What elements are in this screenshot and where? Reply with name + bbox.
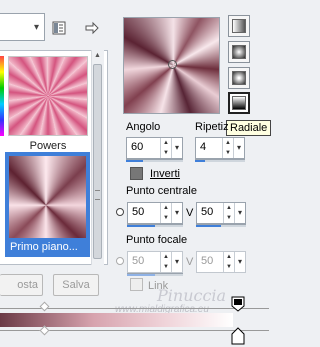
chevron-down-icon[interactable]: ▾: [233, 138, 244, 158]
chevron-down-icon: ▾: [33, 22, 39, 33]
thumbnail-primo-piano[interactable]: Primo piano...: [5, 152, 90, 257]
ripetizioni-slider[interactable]: [195, 159, 245, 162]
punto-centrale-x-value[interactable]: 50: [128, 203, 160, 223]
slider-fill: [196, 225, 221, 227]
punto-centrale-y-value[interactable]: 50: [197, 203, 223, 223]
radial-gradient-button[interactable]: [228, 92, 250, 114]
punto-centrale-label: Punto centrale: [126, 185, 197, 197]
spin-down-icon[interactable]: ▼: [161, 148, 171, 158]
spin-up-icon[interactable]: ▲: [224, 203, 234, 213]
punto-centrale-radio[interactable]: [116, 208, 124, 216]
punto-focale-radio[interactable]: [116, 257, 124, 265]
thumbnail-rainbow[interactable]: [0, 56, 4, 136]
spin-buttons[interactable]: ▲ ▼: [160, 138, 171, 158]
chevron-down-icon[interactable]: ▾: [171, 203, 182, 223]
stop-marker-top[interactable]: [231, 296, 245, 312]
chevron-down-icon[interactable]: ▾: [171, 252, 182, 272]
chevron-down-icon[interactable]: ▾: [234, 252, 245, 272]
spin-buttons[interactable]: ▲ ▼: [223, 252, 234, 272]
tooltip: Radiale: [226, 120, 272, 136]
inverti-label: Inverti: [150, 168, 180, 180]
spin-up-icon[interactable]: ▲: [161, 203, 171, 213]
scroll-up-icon[interactable]: ▲: [91, 50, 104, 62]
slider-fill: [127, 225, 155, 227]
spin-down-icon[interactable]: ▼: [161, 213, 171, 223]
punto-focale-x-slider[interactable]: [127, 273, 183, 276]
thumbnail-label-primo-piano: Primo piano...: [10, 241, 78, 253]
chevron-down-icon[interactable]: ▾: [234, 203, 245, 223]
rectangular-gradient-button[interactable]: [228, 41, 250, 63]
grip-icon: [95, 190, 100, 200]
punto-focale-y-value[interactable]: 50: [197, 252, 223, 272]
punto-focale-y-spinbox[interactable]: 50 ▲ ▼ ▾: [196, 251, 246, 273]
sunburst-gradient-icon: [232, 71, 246, 85]
v-label: V: [186, 207, 194, 219]
slider-fill: [127, 274, 155, 276]
link-checkbox[interactable]: [130, 278, 143, 291]
spin-buttons[interactable]: ▲ ▼: [160, 203, 171, 223]
thumbnail-label-powers: Powers: [29, 140, 67, 152]
spin-up-icon[interactable]: ▲: [224, 252, 234, 262]
ripetizioni-spinbox[interactable]: 4 ▲ ▼ ▾: [195, 137, 245, 159]
arrow-right-icon: [85, 21, 99, 35]
slider-fill: [195, 160, 205, 162]
forward-button[interactable]: [80, 17, 104, 39]
ripetizioni-value[interactable]: 4: [196, 138, 222, 158]
midpoint-marker[interactable]: [39, 301, 50, 312]
preset-dropdown[interactable]: ▾: [0, 13, 45, 41]
linear-gradient-button[interactable]: [228, 15, 250, 37]
sunburst-gradient-button[interactable]: [228, 67, 250, 89]
center-point-handle[interactable]: [168, 60, 177, 69]
spin-down-icon[interactable]: ▼: [224, 262, 234, 272]
notes-icon: [52, 21, 66, 35]
spin-down-icon[interactable]: ▼: [161, 262, 171, 272]
angolo-slider[interactable]: [126, 159, 183, 162]
thumbnail-powers[interactable]: [8, 56, 88, 136]
spin-up-icon[interactable]: ▲: [223, 138, 233, 148]
punto-focale-x-value[interactable]: 50: [128, 252, 160, 272]
stop-marker-bottom[interactable]: [231, 327, 245, 345]
punto-focale-label: Punto focale: [126, 234, 188, 246]
spin-down-icon[interactable]: ▼: [224, 213, 234, 223]
spin-up-icon[interactable]: ▲: [161, 252, 171, 262]
v-label: V: [186, 256, 194, 268]
slider-fill: [126, 160, 144, 162]
midpoint-marker[interactable]: [39, 325, 50, 336]
ripetizioni-label: Ripetiz: [195, 121, 229, 133]
spin-buttons[interactable]: ▲ ▼: [222, 138, 233, 158]
punto-centrale-y-slider[interactable]: [196, 224, 246, 227]
spin-buttons[interactable]: ▲ ▼: [160, 252, 171, 272]
watermark: Pinuccia: [157, 286, 227, 305]
punto-focale-x-spinbox[interactable]: 50 ▲ ▼ ▾: [127, 251, 183, 273]
spin-down-icon[interactable]: ▼: [223, 148, 233, 158]
rectangular-gradient-icon: [232, 45, 246, 59]
punto-centrale-y-spinbox[interactable]: 50 ▲ ▼ ▾: [196, 202, 246, 224]
save-preset-button[interactable]: osta: [0, 274, 43, 296]
linear-gradient-icon: [232, 19, 246, 33]
radial-gradient-icon: [232, 96, 246, 110]
angolo-value[interactable]: 60: [127, 138, 160, 158]
salva-button[interactable]: Salva: [53, 274, 99, 296]
inverti-checkbox[interactable]: [130, 167, 143, 180]
chevron-down-icon[interactable]: ▾: [171, 138, 182, 158]
spin-buttons[interactable]: ▲ ▼: [223, 203, 234, 223]
punto-centrale-x-spinbox[interactable]: 50 ▲ ▼ ▾: [127, 202, 183, 224]
scrollbar-thumb[interactable]: [93, 64, 102, 259]
angolo-spinbox[interactable]: 60 ▲ ▼ ▾: [126, 137, 183, 159]
punto-centrale-x-slider[interactable]: [127, 224, 183, 227]
notes-button[interactable]: [47, 17, 71, 39]
angolo-label: Angolo: [126, 121, 161, 133]
thumbnail-image: [9, 156, 86, 238]
spin-up-icon[interactable]: ▲: [161, 138, 171, 148]
gradient-bar[interactable]: [0, 313, 233, 327]
